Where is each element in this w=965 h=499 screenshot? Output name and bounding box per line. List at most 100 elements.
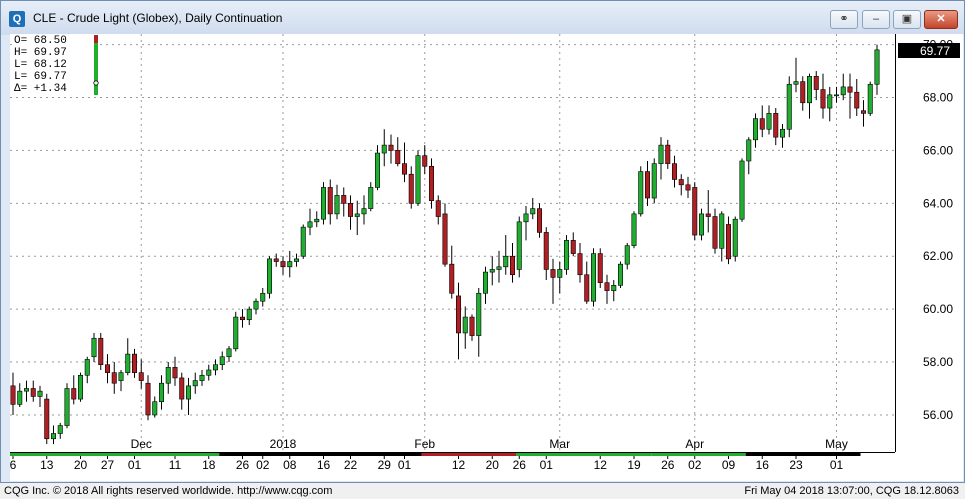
restore-icon: ▣ bbox=[901, 13, 913, 25]
ohlc-info-box: O= 68.50 H= 69.97 L= 68.12 L= 69.77 Δ= +… bbox=[12, 34, 100, 96]
candle-body bbox=[482, 271, 488, 294]
day-tick-label: 18 bbox=[202, 458, 216, 472]
candle-body bbox=[550, 269, 556, 278]
day-tick-label: 19 bbox=[627, 458, 641, 472]
candle-body bbox=[422, 155, 428, 167]
day-tick-label: 20 bbox=[486, 458, 500, 472]
day-tick-label: 26 bbox=[513, 458, 527, 472]
candle-body bbox=[509, 255, 515, 276]
candle-body bbox=[165, 367, 171, 384]
candle-body bbox=[793, 81, 799, 85]
candle-body bbox=[361, 208, 367, 215]
minimize-button[interactable]: – bbox=[862, 10, 890, 29]
price-tick-label: 56.00 bbox=[923, 408, 953, 422]
candle-body bbox=[631, 213, 637, 246]
candle-body bbox=[57, 425, 63, 434]
month-label: Feb bbox=[414, 437, 435, 451]
candle-body bbox=[44, 398, 50, 440]
candle-body bbox=[240, 316, 246, 321]
candle-body bbox=[105, 364, 111, 373]
candle-body bbox=[523, 213, 529, 223]
day-tick-label: 20 bbox=[74, 458, 88, 472]
candle-body bbox=[111, 372, 117, 384]
candle-body bbox=[577, 253, 583, 276]
ohlc-last: L= 69.77 bbox=[14, 71, 67, 83]
day-tick-label: 27 bbox=[101, 458, 115, 472]
chart-window: Q CLE - Crude Light (Globex), Daily Cont… bbox=[0, 0, 965, 483]
candle-body bbox=[388, 144, 394, 151]
candle-body bbox=[442, 213, 448, 265]
candle-body bbox=[206, 369, 212, 376]
session-strip bbox=[10, 453, 220, 456]
candle-body bbox=[584, 274, 590, 302]
day-tick-label: 01 bbox=[128, 458, 142, 472]
candle-body bbox=[786, 83, 792, 130]
candle-body bbox=[604, 282, 610, 291]
candle-body bbox=[186, 385, 192, 400]
candle-body bbox=[536, 208, 542, 233]
candle-body bbox=[125, 353, 131, 373]
candle-body bbox=[219, 356, 225, 365]
restore-button[interactable]: ▣ bbox=[893, 10, 921, 29]
candle-body bbox=[179, 377, 185, 400]
price-tick-label: 68.00 bbox=[923, 90, 953, 104]
candle-body bbox=[833, 94, 839, 97]
day-tick-label: 22 bbox=[344, 458, 358, 472]
day-tick-label: 13 bbox=[40, 458, 54, 472]
candle-body bbox=[226, 348, 232, 358]
candle-body bbox=[24, 388, 30, 392]
candle-body bbox=[199, 374, 205, 381]
candle-body bbox=[172, 367, 178, 379]
candle-body bbox=[530, 208, 536, 215]
date-axis: Dec 2018 Feb Mar Apr May 6 13 20 27 01 11 18 26 02 08 16… bbox=[10, 437, 861, 472]
candle-body bbox=[813, 76, 819, 90]
candle-body bbox=[617, 263, 623, 286]
candle-body bbox=[91, 337, 97, 358]
candle-body bbox=[739, 160, 745, 220]
status-bar: CQG Inc. © 2018 All rights reserved worl… bbox=[0, 482, 965, 499]
link-button[interactable]: ⚭ bbox=[830, 10, 858, 29]
ohlc-change: Δ= +1.34 bbox=[14, 83, 67, 95]
candle-body bbox=[213, 364, 219, 371]
candle-body bbox=[874, 49, 880, 85]
candle-body bbox=[651, 163, 657, 199]
candle-body bbox=[624, 245, 630, 265]
candle-body bbox=[152, 401, 158, 416]
candle-body bbox=[84, 359, 90, 376]
candle-body bbox=[557, 269, 563, 278]
day-tick-label: 29 bbox=[378, 458, 392, 472]
candle-body bbox=[30, 388, 36, 397]
candle-body bbox=[287, 261, 293, 268]
candle-body bbox=[678, 179, 684, 186]
candle-body bbox=[705, 213, 711, 217]
candle-body bbox=[746, 139, 752, 162]
session-strip bbox=[745, 453, 861, 456]
candle-body bbox=[800, 81, 806, 104]
candle-body bbox=[428, 165, 434, 201]
candle-body bbox=[138, 372, 144, 381]
day-tick-label: 08 bbox=[283, 458, 297, 472]
day-tick-label: 01 bbox=[540, 458, 554, 472]
candle-body bbox=[732, 218, 738, 257]
day-tick-label: 6 bbox=[10, 458, 17, 472]
candle-body bbox=[435, 200, 441, 217]
candlestick-chart[interactable]: 56.0058.0060.0062.0064.0066.0068.0070.00… bbox=[10, 34, 963, 481]
candle-body bbox=[773, 113, 779, 138]
close-button[interactable]: ✕ bbox=[924, 10, 958, 29]
copyright-text: CQG Inc. © 2018 All rights reserved worl… bbox=[4, 485, 333, 497]
minimize-icon: – bbox=[872, 13, 880, 25]
candle-body bbox=[132, 353, 138, 373]
candle-body bbox=[78, 374, 84, 400]
candle-body bbox=[273, 258, 279, 262]
gridlines bbox=[10, 34, 896, 453]
ohlc-mini-marker bbox=[93, 80, 99, 86]
chart-panel[interactable]: 56.0058.0060.0062.0064.0066.0068.0070.00… bbox=[10, 34, 963, 481]
candle-body bbox=[766, 113, 772, 130]
title-bar[interactable]: Q CLE - Crude Light (Globex), Daily Cont… bbox=[1, 1, 964, 35]
candle-body bbox=[611, 285, 617, 291]
price-tick-label: 62.00 bbox=[923, 249, 953, 263]
last-price-marker: 69.77 bbox=[898, 43, 960, 58]
candle-body bbox=[10, 385, 16, 405]
candle-body bbox=[840, 86, 846, 96]
candle-body bbox=[246, 308, 252, 321]
